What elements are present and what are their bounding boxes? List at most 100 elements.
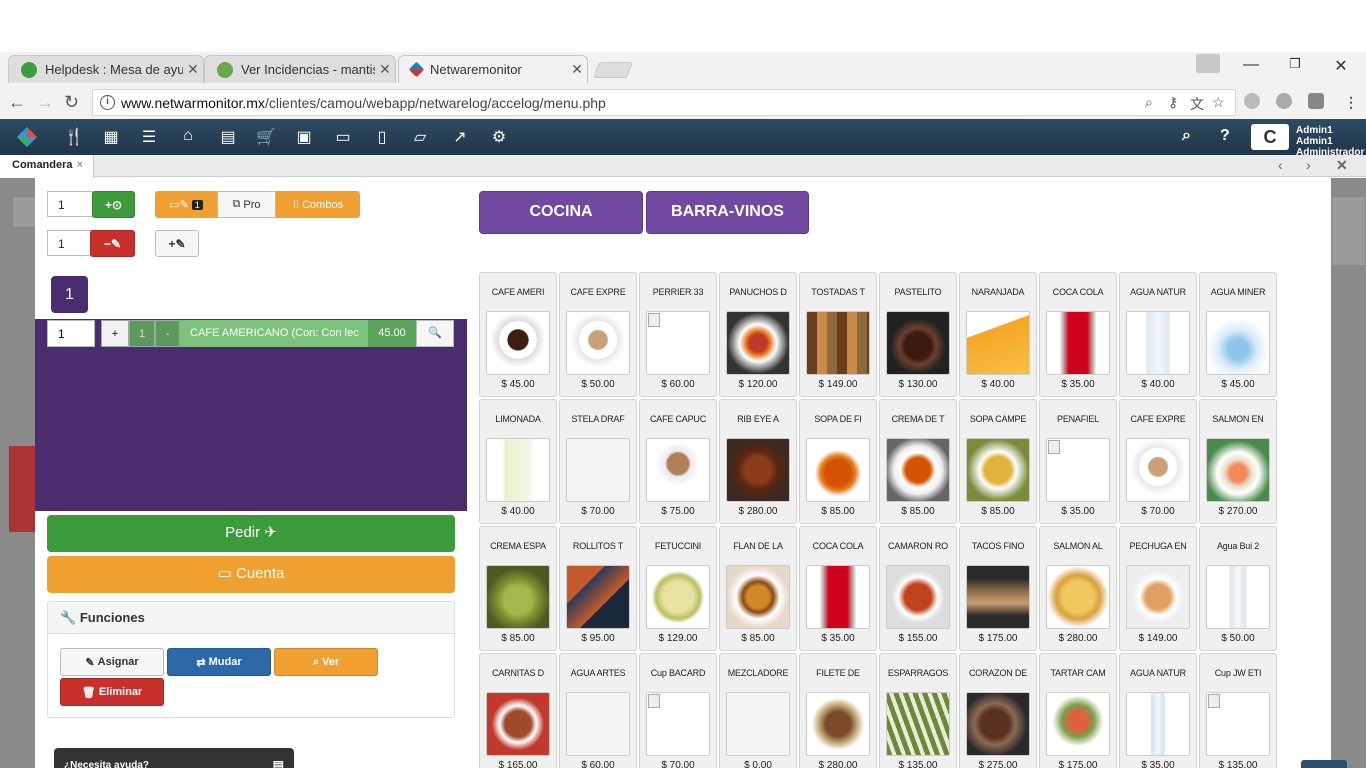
ver-button[interactable]: ⌕ Ver: [274, 648, 378, 676]
product-card[interactable]: PASTELITO $ 130.00: [879, 272, 957, 397]
restore-icon[interactable]: ❐: [1280, 56, 1310, 76]
product-card[interactable]: PERRIER 33 $ 60.00: [639, 272, 717, 397]
remove-quantity-input[interactable]: 1: [47, 230, 93, 256]
netware-logo-icon[interactable]: [16, 126, 38, 148]
key-icon[interactable]: ⚷: [1168, 94, 1178, 111]
category-tab-cocina[interactable]: COCINA: [479, 191, 643, 234]
file-icon[interactable]: ▯: [372, 127, 392, 147]
help-chat-widget[interactable]: ¿Necesita ayuda? ▤: [54, 748, 294, 768]
product-card[interactable]: CAFE EXPRE $ 50.00: [559, 272, 637, 397]
product-card[interactable]: LIMONADA $ 40.00: [479, 399, 557, 524]
zoom-icon[interactable]: ⌕: [1145, 94, 1153, 111]
product-card[interactable]: PENAFIEL $ 35.00: [1039, 399, 1117, 524]
product-card[interactable]: FETUCCINI $ 129.00: [639, 526, 717, 651]
product-card[interactable]: Cup BACARD $ 70.00: [639, 653, 717, 768]
extension-cloud-icon[interactable]: [1244, 93, 1260, 109]
bookmark-star-icon[interactable]: ☆: [1212, 94, 1225, 111]
close-tab-icon[interactable]: ✕: [375, 61, 395, 78]
key-icon[interactable]: 🔍: [416, 320, 454, 347]
product-card[interactable]: CORAZON DE $ 275.00: [959, 653, 1037, 768]
product-card[interactable]: RIB EYE A $ 280.00: [719, 399, 797, 524]
product-card[interactable]: SALMON AL $ 280.00: [1039, 526, 1117, 651]
add-note-button[interactable]: +✎: [155, 230, 199, 257]
browser-tab-helpdesk[interactable]: Helpdesk : Mesa de ayud ✕: [8, 55, 204, 83]
product-card[interactable]: COCA COLA $ 35.00: [799, 526, 877, 651]
browser-tab-mantis[interactable]: Ver Incidencias - mantis ✕: [204, 55, 396, 83]
money-icon[interactable]: ▣: [294, 127, 314, 147]
combos-button[interactable]: ⁞⁞ Combos: [276, 191, 360, 218]
browser-tab-netwaremonitor[interactable]: Netwaremonitor ✕: [398, 55, 588, 83]
product-card[interactable]: SALMON EN $ 270.00: [1199, 399, 1277, 524]
order-item-name[interactable]: CAFE AMERICANO (Con: Con lec: [180, 320, 368, 347]
corner-button[interactable]: [1301, 760, 1347, 768]
add-item-button[interactable]: +⊙: [92, 191, 135, 218]
profile-icon[interactable]: [1196, 54, 1220, 73]
eliminar-button[interactable]: 🗑 Eliminar: [60, 678, 164, 706]
product-card[interactable]: Cup JW ETI $ 135.00: [1199, 653, 1277, 768]
archive-icon[interactable]: ▭: [333, 127, 353, 147]
scroll-left-icon[interactable]: ‹: [1278, 157, 1283, 173]
close-all-icon[interactable]: ✕: [1336, 157, 1348, 174]
decrease-button[interactable]: -: [155, 320, 180, 347]
product-card[interactable]: CAFE CAPUC $ 75.00: [639, 399, 717, 524]
product-card[interactable]: TARTAR CAM $ 175.00: [1039, 653, 1117, 768]
chart-line-icon[interactable]: ↗: [450, 127, 470, 147]
product-card[interactable]: TACOS FINO $ 175.00: [959, 526, 1037, 651]
product-card[interactable]: PECHUGA EN $ 149.00: [1119, 526, 1197, 651]
product-card[interactable]: SOPA DE FI $ 85.00: [799, 399, 877, 524]
forward-icon[interactable]: →: [36, 92, 54, 113]
pro-button[interactable]: ⧉ Pro: [217, 191, 276, 218]
extension-icon[interactable]: [1276, 93, 1292, 109]
quantity-input[interactable]: 1: [47, 191, 93, 217]
new-tab-button[interactable]: [593, 62, 633, 78]
address-bar[interactable]: i www.netwarmonitor.mx/clientes/camou/we…: [92, 89, 1236, 116]
remove-item-button[interactable]: −✎: [90, 230, 135, 257]
list-icon[interactable]: ☰: [139, 127, 159, 147]
category-tab-barra-vinos[interactable]: BARRA-VINOS: [646, 191, 809, 234]
restaurant-icon[interactable]: 🍴: [64, 127, 84, 147]
product-card[interactable]: ESPARRAGOS $ 135.00: [879, 653, 957, 768]
cart-icon[interactable]: 🛒: [256, 127, 276, 147]
product-card[interactable]: NARANJADA $ 40.00: [959, 272, 1037, 397]
close-window-icon[interactable]: ✕: [1326, 56, 1356, 76]
product-card[interactable]: AGUA NATUR $ 35.00: [1119, 653, 1197, 768]
calendar-icon[interactable]: ▦: [101, 127, 121, 147]
extension-pocket-icon[interactable]: [1308, 93, 1324, 109]
asignar-button[interactable]: ✎ Asignar: [60, 648, 164, 676]
product-card[interactable]: CREMA ESPA $ 85.00: [479, 526, 557, 651]
info-icon[interactable]: i: [100, 95, 115, 110]
product-card[interactable]: COCA COLA $ 35.00: [1039, 272, 1117, 397]
product-card[interactable]: CAMARON RO $ 155.00: [879, 526, 957, 651]
close-tab-icon[interactable]: ✕: [183, 61, 203, 78]
notes-toggle-button[interactable]: ▭✎ 1: [155, 191, 217, 218]
product-card[interactable]: TOSTADAS T $ 149.00: [799, 272, 877, 397]
product-card[interactable]: Agua Bui 2 $ 50.00: [1199, 526, 1277, 651]
product-card[interactable]: FILETE DE $ 280.00: [799, 653, 877, 768]
product-card[interactable]: PANUCHOS D $ 120.00: [719, 272, 797, 397]
order-item-qty[interactable]: 1: [47, 320, 95, 347]
product-card[interactable]: STELA DRAF $ 70.00: [559, 399, 637, 524]
scroll-right-icon[interactable]: ›: [1306, 157, 1311, 173]
reload-icon[interactable]: ↻: [64, 92, 79, 113]
basket-icon[interactable]: ⌂: [178, 127, 198, 145]
tab-comandera[interactable]: Comandera ×: [0, 155, 94, 178]
menu-dots-icon[interactable]: ⋮: [1344, 94, 1358, 111]
close-icon[interactable]: ×: [77, 159, 83, 171]
product-card[interactable]: FLAN DE LA $ 85.00: [719, 526, 797, 651]
user-avatar[interactable]: C: [1251, 124, 1289, 150]
pedir-button[interactable]: Pedir ✈: [47, 515, 455, 552]
help-icon[interactable]: ?: [1220, 127, 1230, 145]
settings-gear-icon[interactable]: ⚙: [489, 127, 509, 147]
cuenta-button[interactable]: ▭ Cuenta: [47, 556, 455, 593]
increase-button[interactable]: +: [101, 320, 129, 347]
search-icon[interactable]: ⌕: [1182, 127, 1191, 145]
product-card[interactable]: AGUA NATUR $ 40.00: [1119, 272, 1197, 397]
mudar-button[interactable]: ⇄ Mudar: [167, 648, 271, 676]
translate-icon[interactable]: 文: [1190, 94, 1204, 114]
product-card[interactable]: ROLLITOS T $ 95.00: [559, 526, 637, 651]
product-card[interactable]: CAFE EXPRE $ 70.00: [1119, 399, 1197, 524]
product-card[interactable]: CAFE AMERI $ 45.00: [479, 272, 557, 397]
product-card[interactable]: CREMA DE T $ 85.00: [879, 399, 957, 524]
product-card[interactable]: MEZCLADORE $ 0.00: [719, 653, 797, 768]
back-icon[interactable]: ←: [8, 92, 26, 113]
